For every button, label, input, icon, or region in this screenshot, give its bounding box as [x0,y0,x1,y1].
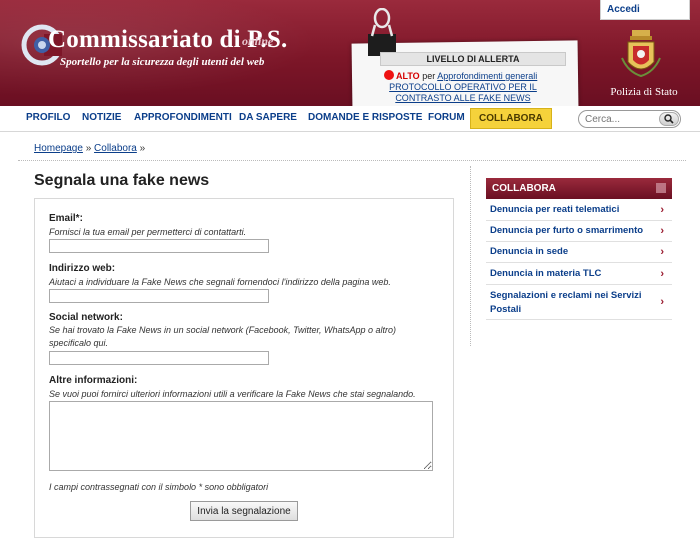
mandatory-note: I campi contrassegnati con il simbolo * … [49,482,269,492]
sidebar-title: COLLABORA [486,178,672,199]
login-link[interactable]: Accedi [600,0,690,20]
chevron-right-icon: › [660,267,664,280]
polizia-emblem-icon [621,30,661,78]
breadcrumb-home[interactable]: Homepage [34,143,83,154]
sidebar-item-label: Denuncia per reati telematici [490,204,620,215]
sidebar-item-reati-telematici[interactable]: Denuncia per reati telematici › [486,200,672,221]
nav-forum[interactable]: FORUM [428,112,465,123]
divider [18,160,686,161]
other-info-help: Se vuoi puoi fornirci ulteriori informaz… [49,389,416,399]
sidebar-divider [470,166,471,346]
email-help: Fornisci la tua email per permetterci di… [49,227,247,237]
sidebar-item-label: Denuncia in sede [490,246,569,257]
search-input[interactable] [585,112,659,126]
alert-title: LIVELLO DI ALLERTA [380,52,566,66]
url-label: Indirizzo web: [49,263,116,274]
sidebar-title-text: COLLABORA [492,183,556,194]
nav-domande-e-risposte[interactable]: DOMANDE E RISPOSTE [308,112,422,123]
url-field[interactable] [49,289,269,303]
search-button[interactable] [659,112,679,126]
submit-button[interactable]: Invia la segnalazione [190,501,298,521]
email-field[interactable] [49,239,269,253]
site-header: Commissariato di P.S. online Sportello p… [0,0,700,106]
breadcrumb-separator: » [85,143,92,154]
sidebar-item-label: Denuncia in materia TLC [490,268,602,279]
alert-per: per [422,71,436,81]
binder-clip-icon [368,8,396,56]
chevron-right-icon: › [660,204,664,216]
social-label: Social network: [49,312,123,323]
chevron-right-icon: › [660,296,664,308]
site-logo[interactable]: Commissariato di P.S. online Sportello p… [18,20,288,76]
nav-approfondimenti[interactable]: APPROFONDIMENTI [134,112,232,123]
breadcrumb: Homepage » Collabora » [34,143,145,154]
breadcrumb-collabora[interactable]: Collabora [94,143,137,154]
logo-online: online [242,34,274,48]
social-help: Se hai trovato la Fake News in un social… [49,325,396,348]
alert-level: ALTO [396,71,420,81]
sidebar-item-servizi-postali[interactable]: Segnalazioni e reclami nei Servizi Posta… [486,285,672,320]
chevron-right-icon: › [660,225,664,237]
alert-level-line: ALTO per Approfondimenti generali [384,70,537,81]
chevron-right-icon: › [660,246,664,258]
nav-collabora[interactable]: COLLABORA [470,108,552,129]
alert-red-dot-icon [384,70,394,80]
sidebar-item-materia-tlc[interactable]: Denuncia in materia TLC › [486,263,672,285]
other-info-textarea[interactable] [49,401,433,471]
brand-name: Polizia di Stato [610,86,678,98]
email-label: Email*: [49,213,83,224]
breadcrumb-separator: » [139,143,146,154]
copy-icon [656,183,666,193]
search-box [578,110,681,128]
nav-profilo[interactable]: PROFILO [26,112,70,123]
search-icon [664,114,674,124]
logo-subtitle: Sportello per la sicurezza degli utenti … [60,56,265,68]
sidebar-item-furto-smarrimento[interactable]: Denuncia per furto o smarrimento › [486,221,672,242]
sidebar-item-label: Denuncia per furto o smarrimento [490,225,644,236]
alert-general-link[interactable]: Approfondimenti generali [437,71,537,81]
nav-notizie[interactable]: NOTIZIE [82,112,121,123]
url-help: Aiutaci a individuare la Fake News che s… [49,277,391,287]
protocol-link[interactable]: PROTOCOLLO OPERATIVO PER IL CONTRASTO AL… [360,82,566,104]
sidebar-item-label: Segnalazioni e reclami nei Servizi Posta… [490,290,642,315]
other-info-label: Altre informazioni: [49,375,138,386]
sidebar-item-denuncia-sede[interactable]: Denuncia in sede › [486,242,672,263]
page-title: Segnala una fake news [34,172,210,189]
nav-da-sapere[interactable]: DA SAPERE [239,112,297,123]
social-field[interactable] [49,351,269,365]
